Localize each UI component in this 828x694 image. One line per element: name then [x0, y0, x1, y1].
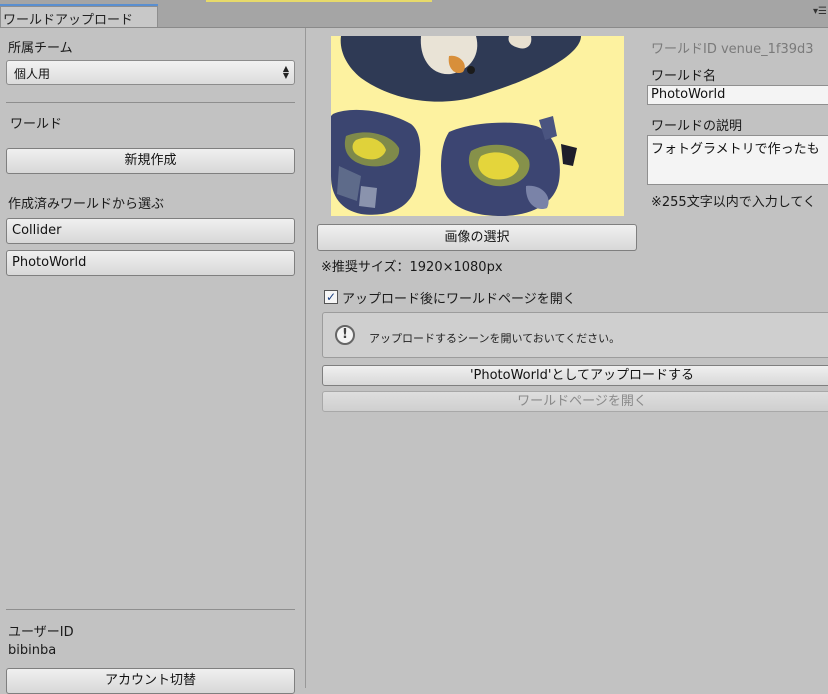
open-page-checkbox[interactable]: ✓ — [324, 290, 338, 304]
team-select[interactable]: 個人用 ▲ ▼ — [6, 60, 295, 85]
select-arrows-icon: ▲ ▼ — [282, 64, 289, 80]
right-panel: 画像の選択 ※推奨サイズ：1920×1080px ワールドID venue_1f… — [307, 28, 828, 688]
tab-world-upload[interactable]: ワールドアップロード — [0, 6, 158, 28]
team-select-value: 個人用 — [14, 67, 51, 81]
team-label: 所属チーム — [8, 41, 73, 56]
description-textarea[interactable]: フォトグラメトリで作ったも — [647, 135, 828, 185]
new-world-button[interactable]: 新規作成 — [6, 148, 295, 174]
world-item-photoworld[interactable]: PhotoWorld — [6, 250, 295, 276]
info-message: アップロードするシーンを開いておいてください。 — [369, 332, 621, 345]
divider — [6, 609, 295, 610]
world-item-collider[interactable]: Collider — [6, 218, 295, 244]
world-name-input[interactable]: PhotoWorld — [647, 85, 828, 105]
char-limit-note: ※255文字以内で入力してく — [651, 195, 816, 210]
world-preview-image — [331, 36, 624, 216]
world-name-label: ワールド名 — [651, 69, 717, 84]
window-tab-bar: ワールドアップロード ▾☰ — [0, 0, 828, 28]
existing-worlds-label: 作成済みワールドから選ぶ — [8, 197, 165, 212]
open-world-page-button[interactable]: ワールドページを開く — [322, 391, 828, 412]
photogrammetry-preview-graphic — [331, 36, 624, 216]
select-image-button[interactable]: 画像の選択 — [317, 224, 637, 251]
switch-account-button[interactable]: アカウント切替 — [6, 668, 295, 694]
panel-menu-icon[interactable]: ▾☰ — [812, 6, 828, 18]
world-id-text: ワールドID venue_1f39d3 — [651, 42, 814, 57]
upload-button[interactable]: 'PhotoWorld'としてアップロードする — [322, 365, 828, 386]
description-label: ワールドの説明 — [651, 119, 743, 134]
recommended-size-note: ※推奨サイズ：1920×1080px — [321, 260, 503, 275]
info-exclamation-icon: ! — [335, 325, 355, 345]
tab-bar-highlight — [206, 0, 432, 2]
world-section-label: ワールド — [10, 117, 63, 132]
user-id-value: bibinba — [8, 643, 57, 658]
open-page-checkbox-label[interactable]: アップロード後にワールドページを開く — [342, 288, 576, 307]
user-id-label: ユーザーID — [8, 625, 74, 640]
info-box: ! アップロードするシーンを開いておいてください。 — [322, 312, 828, 358]
divider — [6, 102, 295, 103]
left-panel: 所属チーム 個人用 ▲ ▼ ワールド 新規作成 作成済みワールドから選ぶ Coll… — [0, 28, 306, 694]
